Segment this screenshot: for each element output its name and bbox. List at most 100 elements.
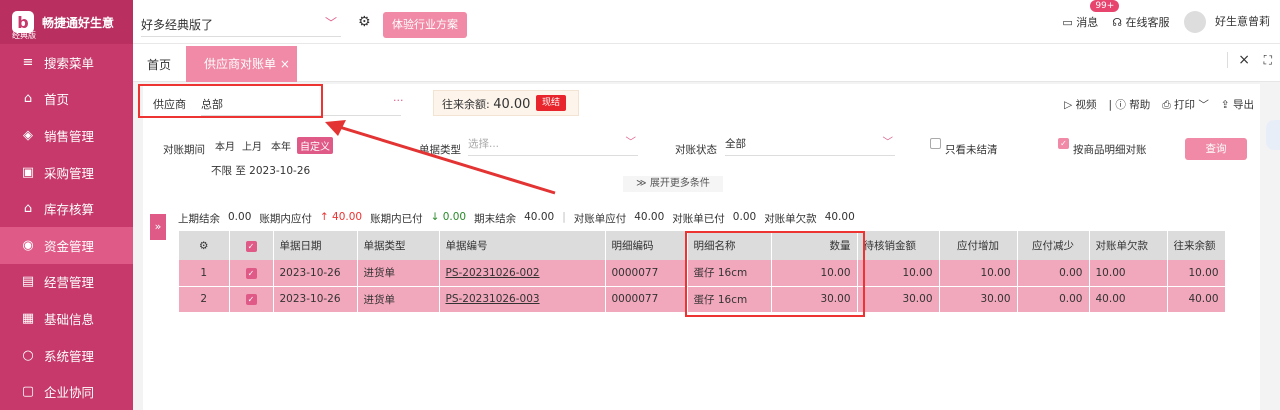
by-item-checkbox[interactable]: ✓ [1058,138,1069,149]
avatar [1183,11,1206,33]
row-number: 2 [179,285,230,312]
supplier-more-button[interactable]: ··· [393,94,404,107]
doc-type-select[interactable]: 选择... ﹀ [468,136,638,156]
status-select[interactable]: 全部 ﹀ [725,136,895,156]
messages-label: 消息 [1076,16,1099,29]
help-button[interactable]: | ⓘ 帮助 [1109,97,1151,112]
expand-label: 展开更多条件 [649,178,710,189]
print-button[interactable]: ⎙ 打印 ﹀ [1162,97,1209,112]
status-label: 对账状态 [675,144,717,156]
version-select[interactable]: 好多经典版了 ﹀ [141,9,341,37]
period-this-month[interactable]: 本月 [215,138,235,153]
col-pending[interactable]: 待核销金额 [857,231,940,260]
fullscreen-icon[interactable]: ⛶ [1264,53,1272,68]
export-button[interactable]: ⇪ 导出 [1221,97,1254,112]
tab-home[interactable]: 首页 [147,56,171,73]
chat-icon: ▭ [1062,16,1073,29]
expand-side-panel-button[interactable]: » [150,214,166,240]
video-button[interactable]: ▷ 视频 [1064,97,1096,112]
sidebar-item-funds[interactable]: ◉ 资金管理 [0,226,133,264]
expand-conditions-button[interactable]: ≫ 展开更多条件 [623,176,723,192]
row-checkbox[interactable]: ✓ [229,260,274,286]
sidebar-item-label: 搜索菜单 [44,55,95,71]
help-label: 帮助 [1129,99,1151,111]
trial-solution-button[interactable]: 体验行业方案 [383,12,467,38]
cell-balance: 40.00 [1167,285,1226,312]
status-value: 全部 [725,138,746,150]
col-balance[interactable]: 往来余额 [1167,231,1226,260]
by-item-label: 按商品明细对账 [1073,144,1147,156]
cell-code-link[interactable]: PS-20231026-002 [439,260,606,286]
sidebar-item-home[interactable]: ⌂ 首页 [0,81,133,118]
cell-owed: 40.00 [1089,285,1168,312]
app-logo[interactable]: b 畅捷通好生意 经典版 [0,0,133,44]
query-button[interactable]: 查询 [1185,138,1247,160]
chevron-down-icon: ﹀ [882,136,894,148]
side-float-icon[interactable] [1266,120,1280,150]
col-owed[interactable]: 对账单欠款 [1089,231,1168,260]
row-number: 1 [179,260,230,286]
settle-button[interactable]: 现结 [536,95,566,111]
cell-dec: 0.00 [1017,260,1090,286]
cell-type: 进货单 [357,260,440,286]
supplier-row: 供应商 总部 ··· 往来余额: 40.00 现结 ▷ 视频 | ⓘ 帮助 ⎙ … [138,84,1260,122]
period-this-year[interactable]: 本年 [271,138,291,153]
sidebar-item-label: 销售管理 [44,128,95,144]
balance-value: 40.00 [493,97,531,112]
chevron-down-icon: ﹀ [324,16,337,30]
cell-balance: 10.00 [1167,260,1226,286]
stmt-payable-value: 40.00 [634,211,665,223]
divider: | [562,211,566,223]
sidebar-item-inventory[interactable]: ⌂ 库存核算 [0,190,133,227]
sidebar-item-purchase[interactable]: ▣ 采购管理 [0,154,133,191]
user-menu[interactable]: 好生意曾莉 [1183,11,1270,33]
messages-button[interactable]: ▭ 消息 99+ [1062,0,1120,30]
only-unsettled-checkbox[interactable] [930,138,941,149]
stmt-paid-label: 对账单已付 [672,213,725,225]
payable-label: 账期内应付 [259,213,312,225]
purchase-icon: ▣ [21,164,35,180]
tab-label: 供应商对账单 [204,57,277,71]
sidebar-item-collab[interactable]: ▢ 企业协同 [0,373,133,410]
payable-value: ↑ 40.00 [319,211,363,223]
col-type[interactable]: 单据类型 [357,231,440,260]
col-item-code[interactable]: 明细编码 [605,231,688,260]
row-checkbox[interactable]: ✓ [229,285,274,312]
tab-supplier-statement[interactable]: 供应商对账单 × [186,46,297,82]
select-all-checkbox[interactable]: ✓ [229,231,274,260]
col-inc[interactable]: 应付增加 [939,231,1018,260]
sidebar: b 畅捷通好生意 经典版 ≡ 搜索菜单 ⌂ 首页 ◈ 销售管理 ▣ 采购管理 ⌂ 库存核算 ◉ 资金管… [0,0,133,410]
date-range[interactable]: 不限 至 2023-10-26 [211,163,310,178]
sidebar-item-search-menu[interactable]: ≡ 搜索菜单 [0,44,133,81]
period-label: 对账期间 [163,144,205,156]
sidebar-item-system[interactable]: ○ 系统管理 [0,337,133,374]
opening-label: 上期结余 [178,213,220,225]
search-menu-icon: ≡ [22,54,34,70]
cell-inc: 10.00 [939,260,1018,286]
paid-amount: 0.00 [442,211,467,223]
doc-type-placeholder: 选择... [468,138,500,150]
col-code[interactable]: 单据编号 [439,231,606,260]
cell-code-link[interactable]: PS-20231026-003 [439,285,606,312]
gear-icon[interactable]: ⚙ [358,14,371,30]
chevron-down-icon: ﹀ [625,136,637,148]
period-custom[interactable]: 自定义 [297,137,333,154]
sidebar-item-sales[interactable]: ◈ 销售管理 [0,117,133,154]
close-icon[interactable]: × [280,57,290,71]
period-last-month[interactable]: 上月 [242,138,262,153]
basic-info-icon: ▦ [21,310,35,326]
cell-item-code: 0000077 [605,285,688,312]
opening-value: 0.00 [228,211,252,223]
cell-inc: 30.00 [939,285,1018,312]
annotation-box-item-qty [685,231,865,317]
support-button[interactable]: ☊ 在线客服 [1112,14,1169,30]
column-settings-icon[interactable]: ⚙ [179,231,230,260]
sidebar-item-operations[interactable]: ▤ 经营管理 [0,264,133,301]
close-all-tabs-icon[interactable]: × [1227,52,1250,68]
collab-icon: ▢ [21,384,35,400]
col-date[interactable]: 单据日期 [273,231,358,260]
sidebar-item-label: 采购管理 [44,165,95,181]
sidebar-item-basic-info[interactable]: ▦ 基础信息 [0,300,133,337]
sidebar-item-label: 库存核算 [44,202,95,218]
col-dec[interactable]: 应付减少 [1017,231,1090,260]
